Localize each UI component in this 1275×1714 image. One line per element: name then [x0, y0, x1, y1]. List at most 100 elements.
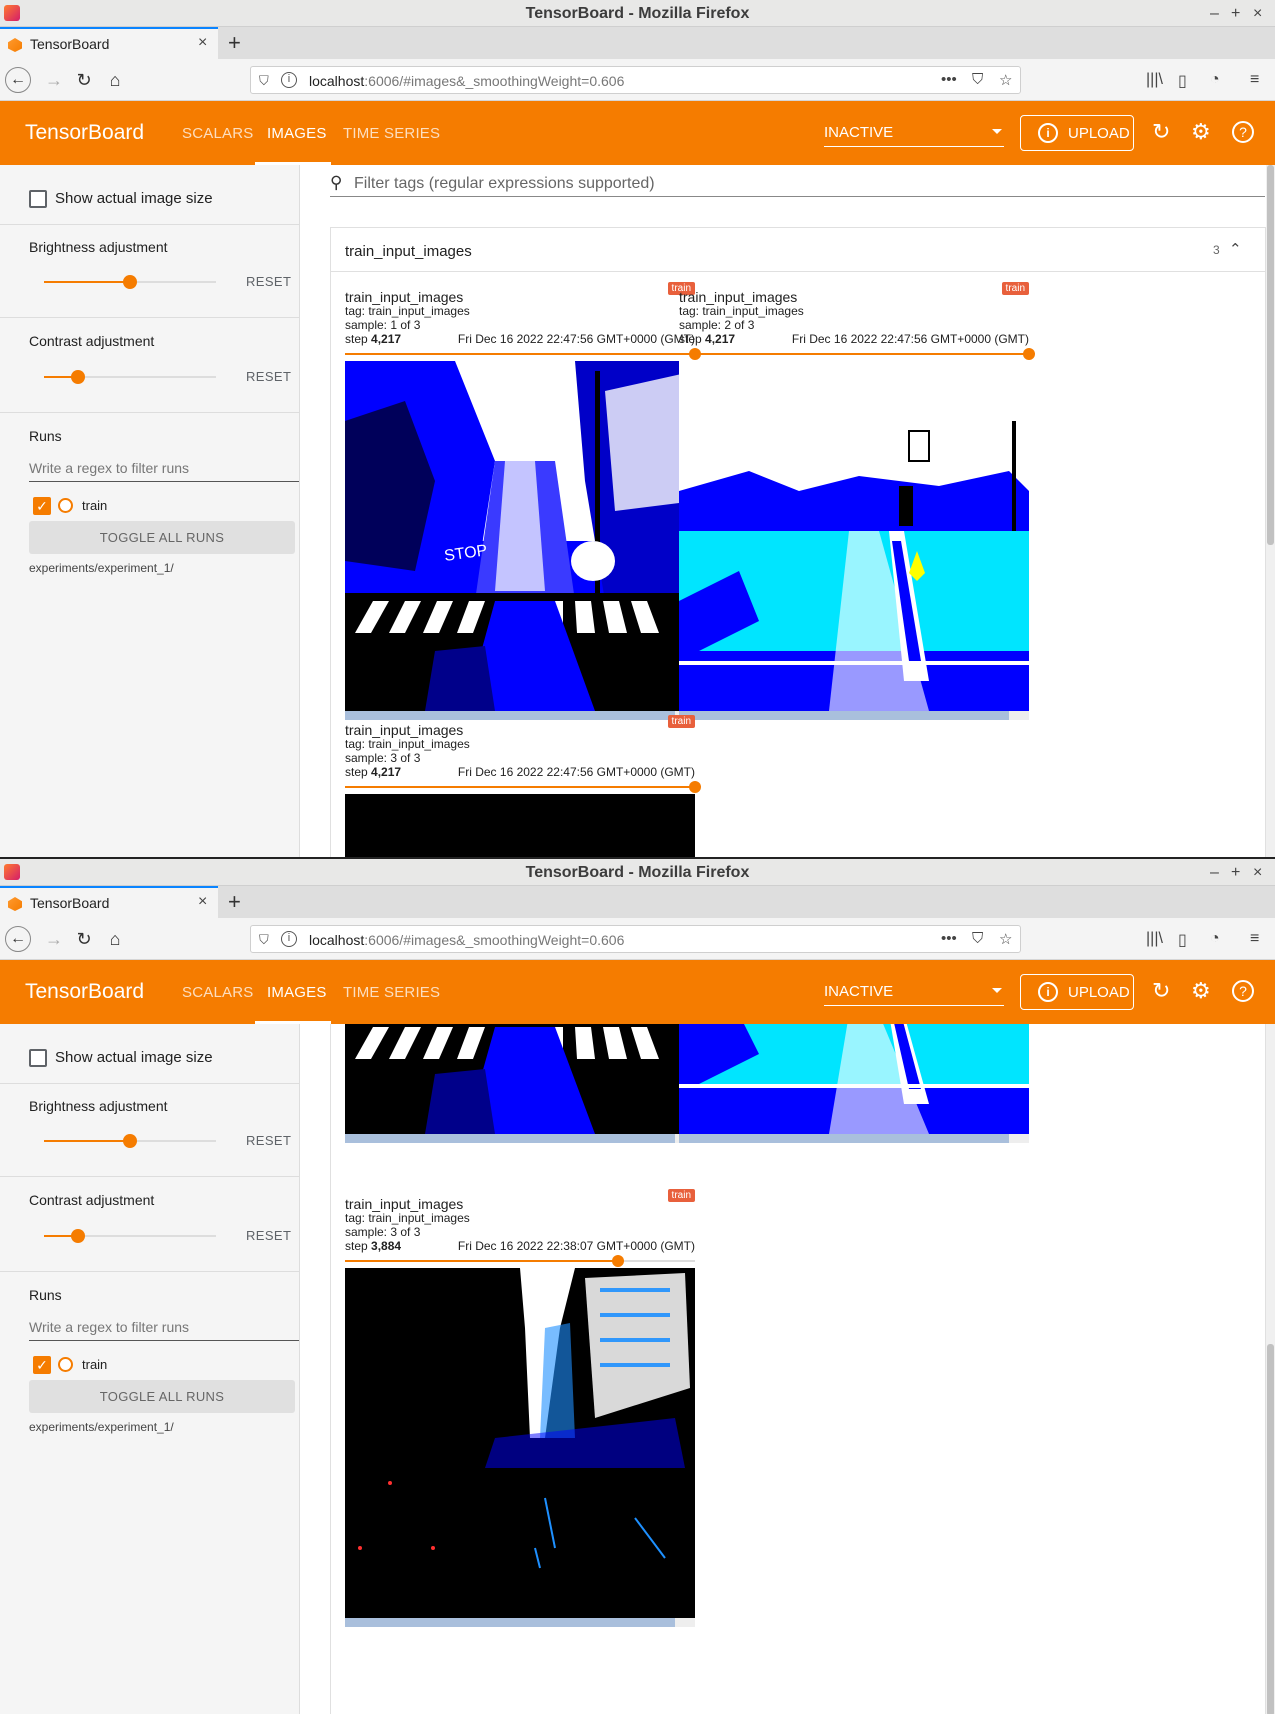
image-scrollbar[interactable]	[345, 1618, 695, 1627]
browser-tab[interactable]: TensorBoard ×	[0, 27, 218, 59]
brightness-reset-button[interactable]: RESET	[246, 1133, 291, 1148]
show-actual-size-checkbox[interactable]	[29, 190, 47, 208]
maximize-icon[interactable]: +	[1231, 859, 1240, 886]
help-icon[interactable]: ?	[1232, 121, 1254, 143]
step-slider[interactable]	[345, 781, 701, 793]
site-info-icon[interactable]: i	[281, 931, 297, 947]
show-actual-size-checkbox[interactable]	[29, 1049, 47, 1067]
sidebar-toggle-icon[interactable]: ▯	[1178, 930, 1187, 950]
page-actions-icon[interactable]: •••	[941, 71, 957, 88]
home-icon[interactable]: ⌂	[102, 67, 128, 93]
plugin-selector[interactable]: INACTIVE	[824, 976, 1004, 1006]
tag-group-header[interactable]: train_input_images 3 ⌃	[331, 228, 1265, 272]
library-icon[interactable]: |||\	[1146, 930, 1163, 948]
contrast-slider[interactable]	[44, 1229, 216, 1243]
chevron-up-icon[interactable]: ⌃	[1229, 240, 1242, 258]
tab-scalars[interactable]: SCALARS	[182, 984, 253, 1001]
scrollbar-thumb[interactable]	[345, 711, 675, 720]
brightness-slider[interactable]	[44, 1134, 216, 1148]
scrollbar-thumb[interactable]	[345, 1618, 675, 1627]
close-window-icon[interactable]: ×	[1253, 859, 1262, 886]
contrast-slider-knob[interactable]	[71, 1229, 86, 1243]
menu-icon[interactable]: ≡	[1250, 930, 1259, 948]
help-icon[interactable]: ?	[1232, 980, 1254, 1002]
scrollbar-thumb[interactable]	[345, 1134, 675, 1143]
tracking-shield-icon[interactable]: ⛉	[259, 73, 269, 89]
scrollbar-thumb[interactable]	[679, 1134, 1009, 1143]
page-scrollbar-thumb[interactable]	[1267, 1344, 1274, 1714]
settings-gear-icon[interactable]: ⚙	[1191, 119, 1211, 145]
image-scrollbar[interactable]	[679, 711, 1029, 720]
maximize-icon[interactable]: +	[1231, 0, 1240, 27]
toggle-all-runs-button[interactable]: TOGGLE ALL RUNS	[29, 521, 295, 554]
account-icon[interactable]: ◔	[1210, 71, 1220, 89]
step-slider[interactable]	[345, 1255, 695, 1267]
page-scrollbar[interactable]	[1266, 165, 1275, 857]
tracking-shield-icon[interactable]: ⛉	[259, 932, 269, 948]
contrast-reset-button[interactable]: RESET	[246, 1228, 291, 1243]
brightness-slider-knob[interactable]	[123, 1134, 137, 1148]
step-slider-knob[interactable]	[1023, 348, 1035, 360]
new-tab-icon[interactable]: +	[228, 889, 241, 915]
run-train-checkbox[interactable]: ✓	[33, 497, 51, 515]
image-scrollbar[interactable]	[345, 1134, 695, 1143]
home-icon[interactable]: ⌂	[102, 926, 128, 952]
contrast-slider[interactable]	[44, 370, 216, 384]
pocket-icon[interactable]: ⛉	[972, 930, 983, 947]
tab-time-series[interactable]: TIME SERIES	[343, 125, 440, 142]
page-scrollbar-thumb[interactable]	[1267, 165, 1274, 545]
tab-scalars[interactable]: SCALARS	[182, 125, 253, 142]
reload-icon[interactable]: ↻	[71, 67, 97, 93]
step-slider[interactable]	[345, 348, 701, 360]
url-bar[interactable]: ⛉ i localhost:6006/#images&_smoothingWei…	[250, 66, 1021, 94]
browser-tab[interactable]: TensorBoard ×	[0, 886, 218, 918]
contrast-reset-button[interactable]: RESET	[246, 369, 291, 384]
run-color-swatch[interactable]	[58, 498, 73, 513]
page-actions-icon[interactable]: •••	[941, 930, 957, 947]
tab-time-series[interactable]: TIME SERIES	[343, 984, 440, 1001]
tab-images[interactable]: IMAGES	[267, 984, 327, 1001]
plugin-selector[interactable]: INACTIVE	[824, 117, 1004, 147]
bookmark-star-icon[interactable]: ☆	[999, 930, 1012, 948]
new-tab-icon[interactable]: +	[228, 30, 241, 56]
contrast-slider-knob[interactable]	[71, 370, 86, 384]
upload-button[interactable]: i UPLOAD	[1020, 115, 1134, 151]
brightness-slider-knob[interactable]	[123, 275, 137, 289]
tag-filter-input[interactable]: ⚲ Filter tags (regular expressions suppo…	[330, 173, 1265, 197]
scrollbar-thumb[interactable]	[679, 711, 1009, 720]
run-train-checkbox[interactable]: ✓	[33, 1356, 51, 1374]
reload-icon[interactable]: ↻	[71, 926, 97, 952]
step-slider-knob[interactable]	[612, 1255, 624, 1267]
brightness-slider[interactable]	[44, 275, 216, 289]
library-icon[interactable]: |||\	[1146, 71, 1163, 89]
minimize-icon[interactable]: –	[1210, 0, 1219, 27]
site-info-icon[interactable]: i	[281, 72, 297, 88]
brightness-reset-button[interactable]: RESET	[246, 274, 291, 289]
forward-icon[interactable]: →	[41, 926, 67, 952]
image-scrollbar[interactable]	[345, 711, 695, 720]
runs-filter-input[interactable]: Write a regex to filter runs	[29, 456, 299, 482]
app-brand[interactable]: TensorBoard	[25, 121, 144, 145]
tab-close-icon[interactable]: ×	[198, 893, 207, 911]
menu-icon[interactable]: ≡	[1250, 71, 1259, 89]
step-slider-knob[interactable]	[689, 781, 701, 793]
back-icon[interactable]: ←	[5, 926, 31, 952]
url-text[interactable]: localhost:6006/#images&_smoothingWeight=…	[309, 73, 624, 89]
settings-gear-icon[interactable]: ⚙	[1191, 978, 1211, 1004]
minimize-icon[interactable]: –	[1210, 859, 1219, 886]
forward-icon[interactable]: →	[41, 67, 67, 93]
runs-filter-input[interactable]: Write a regex to filter runs	[29, 1315, 299, 1341]
tab-images[interactable]: IMAGES	[267, 125, 327, 142]
close-window-icon[interactable]: ×	[1253, 0, 1262, 27]
tab-close-icon[interactable]: ×	[198, 34, 207, 52]
pocket-icon[interactable]: ⛉	[972, 71, 983, 88]
refresh-icon[interactable]: ↻	[1152, 978, 1170, 1004]
sidebar-toggle-icon[interactable]: ▯	[1178, 71, 1187, 91]
app-brand[interactable]: TensorBoard	[25, 980, 144, 1004]
bookmark-star-icon[interactable]: ☆	[999, 71, 1012, 89]
page-scrollbar[interactable]	[1266, 1024, 1275, 1714]
refresh-icon[interactable]: ↻	[1152, 119, 1170, 145]
upload-button[interactable]: i UPLOAD	[1020, 974, 1134, 1010]
image-scrollbar[interactable]	[679, 1134, 1029, 1143]
url-text[interactable]: localhost:6006/#images&_smoothingWeight=…	[309, 932, 624, 948]
